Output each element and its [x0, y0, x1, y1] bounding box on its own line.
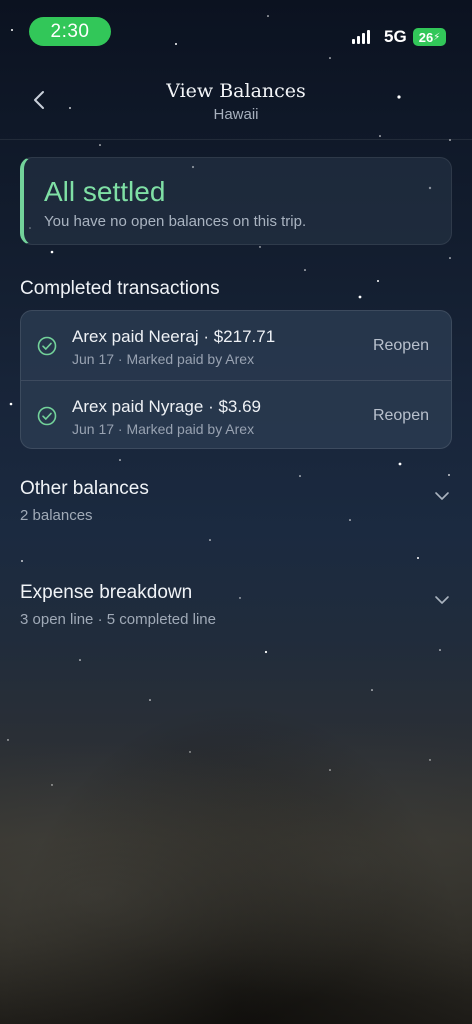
- trip-name: Hawaii: [213, 106, 259, 123]
- settled-card: All settled You have no open balances on…: [20, 157, 452, 245]
- page-title: View Balances: [166, 80, 306, 102]
- transaction-title: Arex paid Neeraj · $217.71: [72, 327, 276, 346]
- expense-breakdown-toggle[interactable]: Expense breakdown 3 open line · 5 comple…: [0, 582, 472, 642]
- other-balances-count: 2 balances: [20, 507, 93, 524]
- network-type: 5G: [384, 27, 407, 46]
- transaction-meta: Jun 17 · Marked paid by Arex: [72, 421, 255, 437]
- completed-transactions-list: Arex paid Neeraj · $217.71 Jun 17 · Mark…: [20, 310, 452, 449]
- other-balances-title: Other balances: [20, 478, 149, 499]
- status-bar: 2:30 5G 26 ⚡: [0, 0, 472, 62]
- check-circle-icon: [37, 406, 57, 426]
- completed-heading: Completed transactions: [20, 278, 220, 299]
- nav-header: View Balances Hawaii: [0, 62, 472, 140]
- reopen-button[interactable]: Reopen: [373, 337, 429, 355]
- transaction-row: Arex paid Nyrage · $3.69 Jun 17 · Marked…: [21, 380, 451, 448]
- other-balances-toggle[interactable]: Other balances 2 balances: [0, 478, 472, 538]
- transaction-row: Arex paid Neeraj · $217.71 Jun 17 · Mark…: [21, 311, 451, 380]
- chevron-down-icon[interactable]: [434, 488, 450, 504]
- transaction-meta: Jun 17 · Marked paid by Arex: [72, 351, 255, 367]
- transaction-title: Arex paid Nyrage · $3.69: [72, 397, 261, 416]
- battery-icon: 26 ⚡: [413, 28, 446, 46]
- check-circle-icon: [37, 336, 57, 356]
- signal-icon: [352, 30, 370, 44]
- horizon-ground: [0, 700, 472, 1024]
- battery-level: 26: [418, 29, 434, 45]
- reopen-button[interactable]: Reopen: [373, 407, 429, 425]
- settled-description: You have no open balances on this trip.: [44, 213, 307, 230]
- expense-breakdown-title: Expense breakdown: [20, 582, 193, 603]
- settled-title: All settled: [44, 176, 166, 207]
- expense-breakdown-summary: 3 open line · 5 completed line: [20, 611, 216, 628]
- chevron-down-icon[interactable]: [434, 592, 450, 608]
- status-time[interactable]: 2:30: [29, 17, 111, 46]
